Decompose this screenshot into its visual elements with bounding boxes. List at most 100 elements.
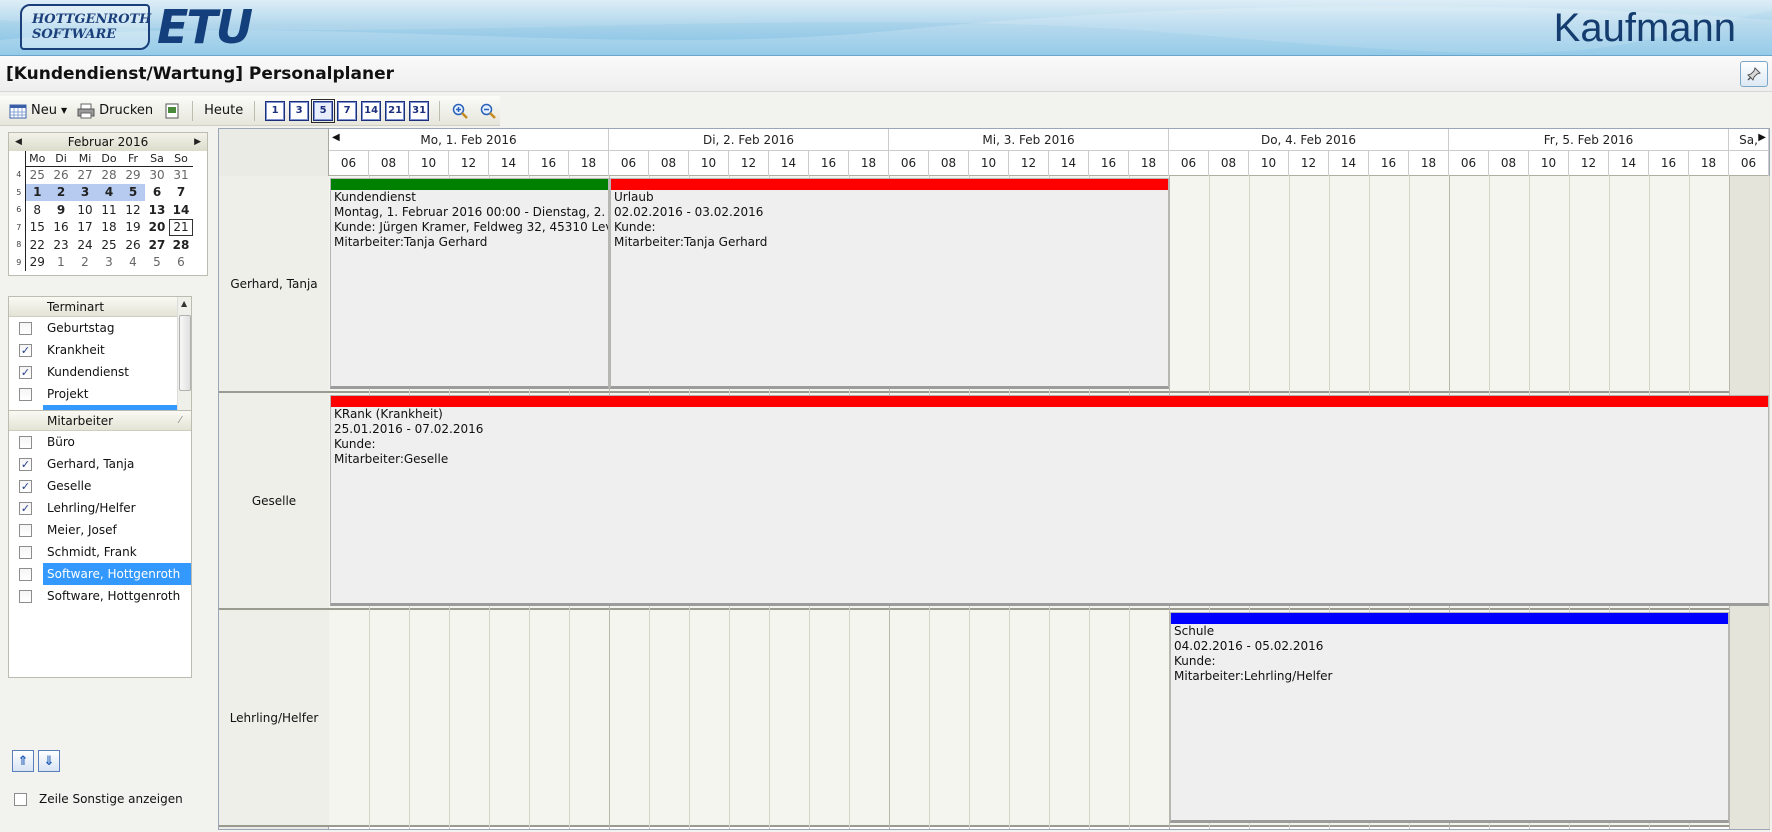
day-header[interactable]: Mi, 3. Feb 2016 <box>889 129 1169 151</box>
calendar-day[interactable]: 28 <box>169 236 193 254</box>
mitarbeiter-checkbox[interactable]: ✓ <box>19 480 32 493</box>
calendar-day[interactable]: 30 <box>145 166 169 184</box>
mitarbeiter-list-item[interactable]: Software, Hottgenroth <box>9 585 191 607</box>
calendar-day[interactable]: 10 <box>73 201 97 219</box>
mitarbeiter-checkbox[interactable] <box>19 524 32 537</box>
resource-row-header[interactable]: Lehrling/Helfer <box>219 610 329 827</box>
sonstige-toggle[interactable]: Zeile Sonstige anzeigen <box>14 792 183 806</box>
calendar-day[interactable]: 19 <box>121 219 145 237</box>
mitarbeiter-checkbox[interactable] <box>19 590 32 603</box>
calendar-day[interactable]: 17 <box>73 219 97 237</box>
view-14-days-button[interactable]: 14 <box>361 100 382 121</box>
week-number[interactable]: 8 <box>13 236 26 254</box>
terminart-checkbox[interactable] <box>19 322 32 335</box>
calendar-day[interactable]: 22 <box>25 236 49 254</box>
mitarbeiter-checkbox[interactable]: ✓ <box>19 458 32 471</box>
sonstige-checkbox[interactable] <box>14 792 27 806</box>
view-5-days-button[interactable]: 5 <box>311 98 336 123</box>
terminart-list-item[interactable]: ✓ Krankheit <box>9 339 191 361</box>
calendar-day[interactable]: 27 <box>145 236 169 254</box>
terminart-header[interactable]: Terminart ⁄ <box>9 297 191 317</box>
new-button[interactable]: Neu ▼ <box>6 99 70 123</box>
calendar-day[interactable]: 4 <box>97 183 121 201</box>
appointment[interactable]: Kundendienst Montag, 1. Februar 2016 00:0… <box>330 178 609 389</box>
today-button[interactable]: Heute <box>201 99 246 123</box>
calendar-day[interactable]: 5 <box>145 254 169 272</box>
prev-month-icon[interactable]: ◀ <box>15 137 22 147</box>
terminart-checkbox[interactable]: ✓ <box>19 344 32 357</box>
mitarbeiter-checkbox[interactable] <box>19 546 32 559</box>
calendar-day[interactable]: 20 <box>145 219 169 237</box>
calendar-day[interactable]: 25 <box>25 166 49 184</box>
day-header[interactable]: Fr, 5. Feb 2016 <box>1449 129 1729 151</box>
day-header[interactable]: Sa, <box>1729 129 1769 151</box>
appointment[interactable]: KRank (Krankheit) 25.01.2016 - 07.02.2016… <box>330 395 1769 606</box>
terminart-checkbox[interactable]: ✓ <box>19 366 32 379</box>
calendar-day[interactable]: 1 <box>49 254 73 272</box>
calendar-day[interactable]: 29 <box>121 166 145 184</box>
pin-button[interactable] <box>1740 61 1768 87</box>
calendar-day[interactable]: 26 <box>121 236 145 254</box>
calendar-day[interactable]: 27 <box>73 166 97 184</box>
appointment[interactable]: Schule 04.02.2016 - 05.02.2016 Kunde: Mitar… <box>1170 612 1729 823</box>
mitarbeiter-header[interactable]: Mitarbeiter ⁄ <box>9 411 191 431</box>
calendar-day[interactable]: 9 <box>49 201 73 219</box>
calendar-day[interactable]: 29 <box>25 254 49 272</box>
dropdown-arrow-icon[interactable]: ▼ <box>61 106 67 115</box>
week-number[interactable]: 4 <box>13 166 26 184</box>
mitarbeiter-list-item[interactable]: Büro <box>9 431 191 453</box>
view-7-days-button[interactable]: 7 <box>337 100 358 121</box>
view-31-days-button[interactable]: 31 <box>409 100 430 121</box>
calendar-day[interactable]: 15 <box>25 219 49 237</box>
terminart-list-item[interactable]: Projekt <box>9 383 191 405</box>
move-up-button[interactable]: ⇑ <box>12 750 34 772</box>
scrollbar-thumb[interactable] <box>179 315 191 391</box>
calendar-day[interactable]: 2 <box>49 183 73 201</box>
mitarbeiter-list-item[interactable]: ✓ Lehrling/Helfer <box>9 497 191 519</box>
terminart-checkbox[interactable] <box>19 388 32 401</box>
calendar-day[interactable]: 2 <box>73 254 97 272</box>
calendar-day[interactable]: 13 <box>145 201 169 219</box>
calendar-day[interactable]: 25 <box>97 236 121 254</box>
mitarbeiter-checkbox[interactable] <box>19 568 32 581</box>
next-month-icon[interactable]: ▶ <box>194 137 201 147</box>
calendar-day[interactable]: 24 <box>73 236 97 254</box>
calendar-day[interactable]: 5 <box>121 183 145 201</box>
calendar-day[interactable]: 23 <box>49 236 73 254</box>
calendar-day[interactable]: 6 <box>169 254 193 272</box>
week-number[interactable]: 7 <box>13 218 26 236</box>
day-header[interactable]: Di, 2. Feb 2016 <box>609 129 889 151</box>
mitarbeiter-list-item[interactable]: Software, Hottgenroth <box>9 563 191 585</box>
view-1-days-button[interactable]: 1 <box>265 100 286 121</box>
calendar-day[interactable]: 21 <box>169 218 193 236</box>
calendar-day[interactable]: 14 <box>169 201 193 219</box>
move-down-button[interactable]: ⇓ <box>38 750 60 772</box>
scroll-up-icon[interactable]: ▲ <box>181 299 187 308</box>
calendar-day[interactable]: 26 <box>49 166 73 184</box>
mitarbeiter-checkbox[interactable] <box>19 436 32 449</box>
zoom-out-button[interactable] <box>476 99 500 123</box>
mitarbeiter-list-item[interactable]: ✓ Gerhard, Tanja <box>9 453 191 475</box>
calendar-day[interactable]: 12 <box>121 201 145 219</box>
calendar-day[interactable]: 18 <box>97 219 121 237</box>
calendar-day[interactable]: 31 <box>169 166 193 184</box>
view-3-days-button[interactable]: 3 <box>289 100 310 121</box>
mitarbeiter-list-item[interactable]: Schmidt, Frank <box>9 541 191 563</box>
export-button[interactable] <box>160 99 184 123</box>
day-header[interactable]: Do, 4. Feb 2016 <box>1169 129 1449 151</box>
resource-row-header[interactable]: Gerhard, Tanja <box>219 176 329 393</box>
calendar-day[interactable]: 3 <box>97 254 121 272</box>
appointment[interactable]: Urlaub 02.02.2016 - 03.02.2016 Kunde: Mitar… <box>610 178 1169 389</box>
calendar-day[interactable]: 8 <box>25 201 49 219</box>
calendar-day[interactable]: 4 <box>121 254 145 272</box>
calendar-day[interactable]: 11 <box>97 201 121 219</box>
week-number[interactable]: 9 <box>13 253 26 271</box>
calendar-day[interactable]: 7 <box>169 184 193 202</box>
terminart-list-item[interactable]: Geburtstag <box>9 317 191 339</box>
calendar-day[interactable]: 1 <box>25 183 49 201</box>
week-number[interactable]: 6 <box>13 201 26 219</box>
resource-row-header[interactable]: Geselle <box>219 393 329 610</box>
calendar-day[interactable]: 6 <box>145 184 169 202</box>
mitarbeiter-list-item[interactable]: Meier, Josef <box>9 519 191 541</box>
print-button[interactable]: Drucken <box>74 99 156 123</box>
